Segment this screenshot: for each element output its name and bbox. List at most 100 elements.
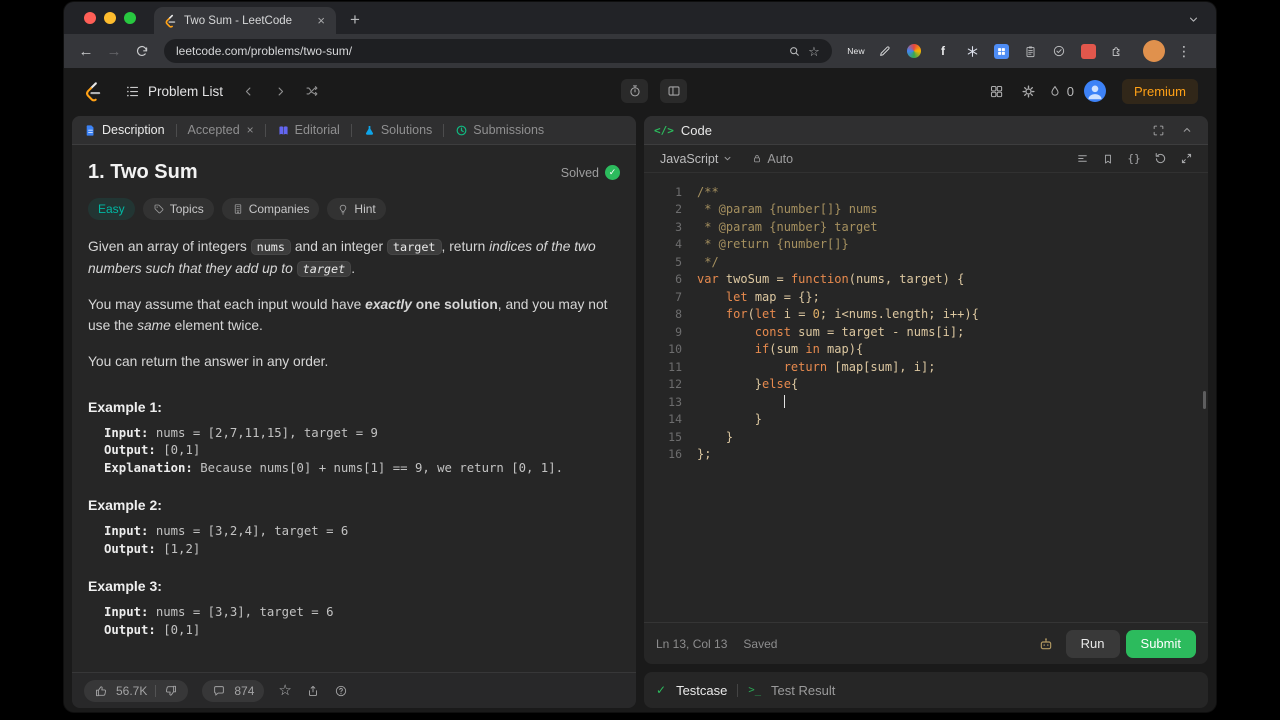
code-line[interactable]: 15 } [644,428,1208,446]
hint-button[interactable]: Hint [327,198,386,220]
address-bar[interactable]: leetcode.com/problems/two-sum/ ☆ [164,39,832,63]
problem-title: 1. Two Sum [88,161,198,183]
layout-button[interactable] [660,79,688,103]
code-line[interactable]: 5 */ [644,253,1208,271]
history-clock-icon [456,125,467,135]
tab-test-result[interactable]: Test Result [771,683,835,698]
random-problem-button[interactable] [299,78,325,104]
tab-accepted[interactable]: Accepted × [186,123,256,137]
browser-window: Two Sum - LeetCode × + ← → leetcode.com/… [64,2,1216,712]
code-line[interactable]: 13 [644,393,1208,411]
language-selector[interactable]: JavaScript [656,150,736,168]
code-line[interactable]: 16}; [644,446,1208,464]
tab-editorial[interactable]: Editorial [275,123,342,137]
code-line[interactable]: 9 const sum = target - nums[i]; [644,323,1208,341]
prev-problem-button[interactable] [235,78,261,104]
examples: Example 1: Input: nums = [2,7,11,15], tar… [88,399,620,640]
dislike-button[interactable] [164,684,178,698]
back-button[interactable]: ← [74,39,98,63]
next-problem-button[interactable] [267,78,293,104]
help-button[interactable] [334,684,348,698]
topics-button[interactable]: Topics [142,198,214,220]
settings-button[interactable] [1016,78,1042,104]
code-line[interactable]: 2 * @param {number[]} nums [644,201,1208,219]
leetcode-logo[interactable] [82,80,103,103]
collapse-panel-button[interactable] [1176,119,1198,141]
extension-f-icon[interactable]: f [933,41,953,61]
browser-tab[interactable]: Two Sum - LeetCode × [154,7,336,34]
premium-button[interactable]: Premium [1121,78,1198,104]
search-icon[interactable] [784,41,804,61]
code-line[interactable]: 4 * @return {number[]} [644,236,1208,254]
companies-button[interactable]: Companies [221,198,320,220]
close-window-button[interactable] [84,12,96,24]
apps-grid-button[interactable] [984,78,1010,104]
favorite-star-button[interactable]: ☆ [278,683,291,698]
format-code-button[interactable] [1072,149,1092,169]
extension-new-badge[interactable]: New [846,41,866,61]
reset-code-button[interactable] [1150,149,1170,169]
auto-save-toggle[interactable]: Auto [752,152,793,166]
extension-asterisk-icon[interactable] [962,41,982,61]
tab-accepted-close-button[interactable]: × [247,123,254,137]
tab-testcase[interactable]: Testcase [676,683,727,698]
extension-red-square-icon[interactable] [1078,41,1098,61]
code-line[interactable]: 11 return [map[sum], i]; [644,358,1208,376]
line-number: 4 [675,237,682,252]
code-line[interactable]: 12 }else{ [644,376,1208,394]
code-line[interactable]: 7 let map = {}; [644,288,1208,306]
submit-button[interactable]: Submit [1125,629,1196,658]
braces-icon-button[interactable]: {} [1124,149,1144,169]
extension-palette-icon[interactable] [904,41,924,61]
refresh-button[interactable] [130,39,154,63]
description-content[interactable]: 1. Two Sum Solved ✓ Easy Topics Companie… [72,145,636,672]
tab-close-button[interactable]: × [315,14,327,27]
expand-editor-button[interactable] [1176,149,1196,169]
assistant-icon[interactable] [1038,636,1054,652]
code-line[interactable]: 1/** [644,183,1208,201]
code-line[interactable]: 3 * @param {number} target [644,218,1208,236]
code-line[interactable]: 14 } [644,411,1208,429]
fullscreen-window-button[interactable] [124,12,136,24]
line-number: 15 [668,429,682,444]
list-icon [127,86,139,96]
timer-button[interactable] [621,79,649,103]
extension-check-circle-icon[interactable] [1049,41,1069,61]
browser-profile-avatar[interactable] [1143,40,1165,62]
document-icon [86,124,94,136]
scrollbar-cursor-marker[interactable] [1203,391,1206,409]
shuffle-icon [306,86,318,96]
run-button[interactable]: Run [1065,629,1120,658]
code-line[interactable]: 10 if(sum in map){ [644,341,1208,359]
line-number: 7 [675,289,682,304]
thumbs-down-icon [166,685,177,695]
line-number: 1 [675,184,682,199]
tab-submissions[interactable]: Submissions [453,123,546,137]
extensions-puzzle-icon[interactable] [1107,41,1127,61]
user-avatar[interactable] [1083,80,1106,102]
extension-pencil-icon[interactable] [875,41,895,61]
code-line[interactable]: 6 var twoSum = function(nums, target) { [644,271,1208,289]
bookmark-star-button[interactable]: ☆ [804,41,824,61]
maximize-panel-button[interactable] [1147,119,1169,141]
daily-streak[interactable]: 0 [1048,84,1074,99]
difficulty-badge[interactable]: Easy [88,198,135,220]
tab-description[interactable]: Description [82,123,167,137]
new-tab-button[interactable]: + [342,7,368,33]
fullscreen-icon [1153,125,1163,135]
bookmark-code-button[interactable] [1098,149,1118,169]
extension-blue-grid-icon[interactable] [991,41,1011,61]
code-editor[interactable]: 1/** 2 * @param {number[]} nums 3 * @param… [644,173,1208,622]
problem-list-button[interactable]: Problem List [119,80,229,103]
code-line[interactable]: 8 for(let i = 0; i<nums.length; i++){ [644,306,1208,324]
tab-search-button[interactable] [1180,6,1206,32]
comments-button[interactable]: 874 [202,679,265,702]
forward-button[interactable]: → [102,39,126,63]
extension-clipboard-icon[interactable] [1020,41,1040,61]
companies-label: Companies [248,202,310,216]
browser-menu-button[interactable]: ⋮ [1169,43,1197,60]
minimize-window-button[interactable] [104,12,116,24]
like-button[interactable] [94,684,108,698]
share-button[interactable] [306,684,320,698]
tab-solutions[interactable]: Solutions [361,123,434,137]
